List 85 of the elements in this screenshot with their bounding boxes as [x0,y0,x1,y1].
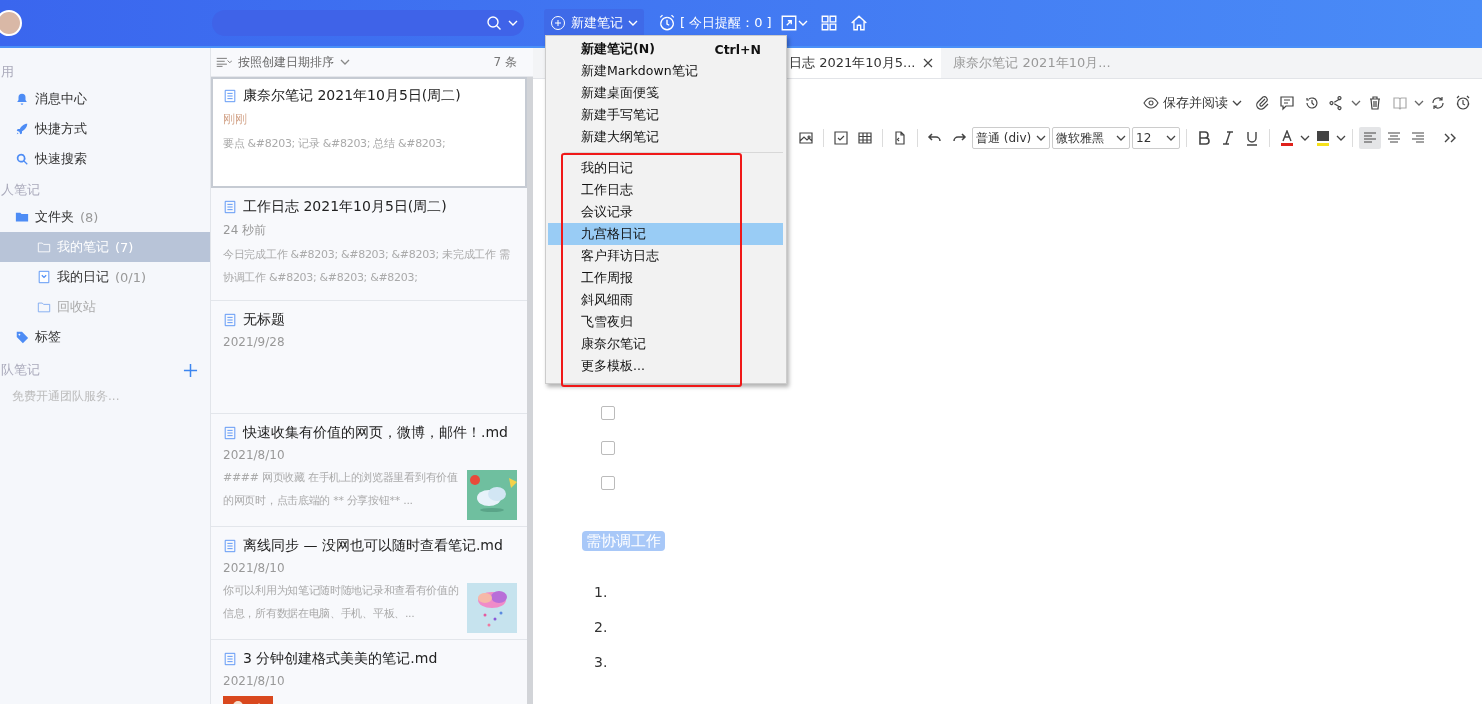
item-count: (8) [80,209,99,225]
menu-item[interactable]: 飞雪夜归 [548,311,783,333]
sort-dropdown[interactable]: 按照创建日期排序 [238,53,334,71]
item-count: (7) [115,239,134,255]
menu-label: 工作周报 [581,269,633,287]
note-snippet: #### 网页收藏 在手机上的浏览器里看到有价值的网页时，点击底端的 ** 分享按钮** ... [223,470,459,509]
menu-item[interactable]: 会议记录 [548,201,783,223]
list-number: 2. [594,618,609,637]
sidebar-item[interactable]: 快速搜索 [0,144,210,174]
menu-item[interactable]: 工作日志 [548,179,783,201]
sidebar-item[interactable]: 快捷方式 [0,114,210,144]
item-label: 标签 [35,328,61,346]
menu-label: 斜风细雨 [581,291,633,309]
menu-label: 九宫格日记 [581,225,646,243]
menu-label: 新建桌面便笺 [581,84,659,102]
note-card[interactable]: 离线同步 — 没网也可以随时查看笔记.md 2021/8/10 你可以利用为知笔记随时随地记录和查看有价值的信息，所有数据在电脑、手机、平板、... [211,527,527,640]
sidebar-item[interactable]: 文件夹 (8) [0,202,210,232]
item-label: 文件夹 [35,208,74,226]
menu-item[interactable]: 我的日记 [548,157,783,179]
note-title: 康奈尔笔记 2021年10月5日(周二) [243,87,461,105]
reminder-counter[interactable]: [ 今日提醒：0 ] [680,14,772,32]
menu-label: 我的日记 [581,159,633,177]
new-note-button[interactable]: 新建笔记 [544,9,644,37]
item-label: 我的日记 [57,268,109,286]
menu-label: 新建手写笔记 [581,106,659,124]
font-size-select[interactable]: 12 [1132,127,1180,149]
menu-item[interactable]: 新建桌面便笺 [548,82,783,104]
section-title: 人笔记 [1,181,41,199]
note-time: 2021/8/10 [223,448,286,462]
note-count: 7 条 [493,53,517,71]
menu-label: 飞雪夜归 [581,313,633,331]
item-count: (0/1) [115,269,147,285]
list-number: 1. [594,583,609,602]
menu-label: 会议记录 [581,203,633,221]
note-time: 2021/9/28 [223,335,286,349]
note-title: 3 分钟创建格式美美的笔记.md [243,650,438,668]
menu-label: 康奈尔笔记 [581,335,646,353]
note-title: 工作日志 2021年10月5日(周二) [243,198,447,216]
menu-item[interactable]: 客户拜访日志 [548,245,783,267]
item-label: 我的笔记 [57,238,109,256]
item-label: 快捷方式 [35,120,87,138]
note-time: 2021/8/10 [223,561,286,575]
menu-item[interactable]: 更多模板... [548,355,783,377]
menu-item[interactable]: 康奈尔笔记 [548,333,783,355]
note-card[interactable]: 康奈尔笔记 2021年10月5日(周二) 刚刚 要点 &#8203; 记录 &#8203; 总结 &#8203; [211,77,527,188]
item-label: 回收站 [57,298,96,316]
item-label: 快速搜索 [35,150,87,168]
menu-item[interactable]: 新建大纲笔记 [548,126,783,148]
menu-label: 新建大纲笔记 [581,128,659,146]
menu-label: 新建Markdown笔记 [581,62,698,80]
note-snippet: 今日完成工作 &#8203; &#8203; &#8203; 未完成工作 需协调工作 &#8203; &#8203; &#8203; [223,247,511,286]
note-title: 无标题 [243,311,285,329]
note-card[interactable]: 快速收集有价值的网页，微博，邮件！.md 2021/8/10 #### 网页收藏 在手机上的浏览器里看到有价值的网页时，点击底端的 ** 分享按钮** ... [211,414,527,527]
sidebar-item[interactable]: 标签 [0,322,210,352]
save-and-read-button[interactable]: 保存并阅读 [1143,94,1242,112]
note-title: 快速收集有价值的网页，微博，邮件！.md [243,424,508,442]
paragraph-select[interactable]: 普通 (div) [972,127,1050,149]
list-number: 3. [594,653,609,672]
note-snippet: 要点 &#8203; 记录 &#8203; 总结 &#8203; [223,136,447,152]
item-label: 消息中心 [35,90,87,108]
shortcut-label: Ctrl+N [714,41,761,57]
menu-item[interactable]: 工作周报 [548,267,783,289]
heading-tag: 需协调工作 [582,531,665,551]
note-time: 2021/8/10 [223,674,286,688]
menu-item[interactable]: 斜风细雨 [548,289,783,311]
menu-item[interactable]: 九宫格日记 [548,223,783,245]
note-time: 24 秒前 [223,222,268,239]
menu-item[interactable]: 新建手写笔记 [548,104,783,126]
menu-label: 新建笔记(N) [581,40,655,58]
note-title: 离线同步 — 没网也可以随时查看笔记.md [243,537,503,555]
section-title: 用 [1,63,15,81]
sidebar-item[interactable]: 消息中心 [0,84,210,114]
note-snippet: 你可以利用为知笔记随时随地记录和查看有价值的信息，所有数据在电脑、手机、平板、... [223,583,460,622]
menu-label: 客户拜访日志 [581,247,659,265]
menu-item[interactable]: 新建Markdown笔记 [548,60,783,82]
font-select[interactable]: 微软雅黑 [1052,127,1130,149]
menu-item[interactable]: 新建笔记(N) Ctrl+N [548,38,783,60]
sidebar-item[interactable]: 我的日记 (0/1) [0,262,210,292]
section-title: 队笔记 [1,361,40,379]
tab-label: 康奈尔笔记 2021年10月... [953,54,1111,72]
menu-label: 更多模板... [581,357,645,375]
note-time: 刚刚 [223,111,248,128]
menu-label: 工作日志 [581,181,633,199]
tab-label: 日志 2021年10月5... [789,54,916,72]
note-tab[interactable]: 日志 2021年10月5... [787,48,942,78]
